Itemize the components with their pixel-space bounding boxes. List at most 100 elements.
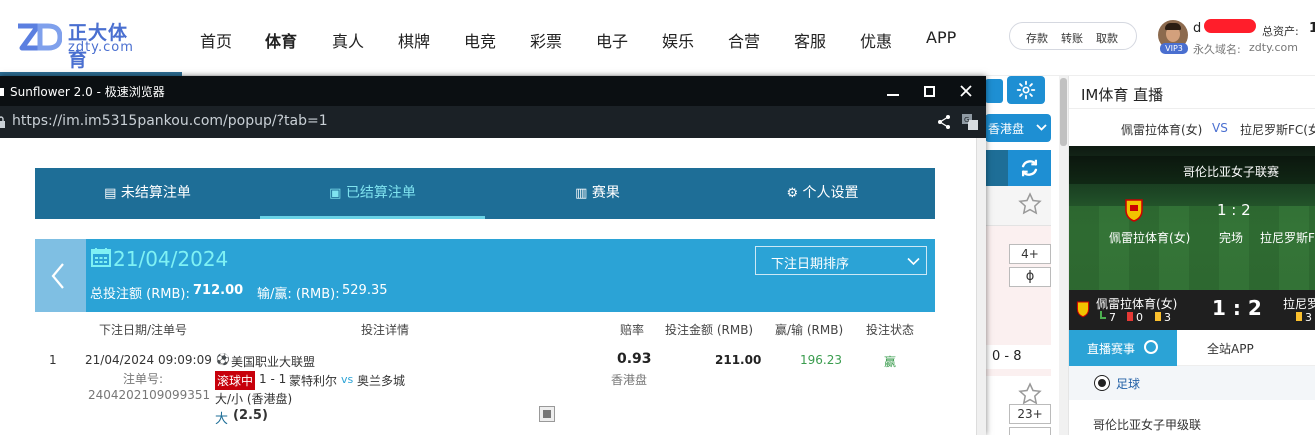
bet-selection: 大 (215, 412, 229, 427)
live-match-status: 完场 (1219, 231, 1244, 245)
minimize-button[interactable] (887, 82, 899, 96)
soccer-ball-icon: ⚽ (216, 353, 230, 366)
wallet-actions: 存款 转账 取款 (1009, 22, 1137, 50)
table-row[interactable]: 1 21/04/2024 09:09:09 注单号: 2404202109099… (35, 344, 935, 435)
total-stake-value: 712.00 (193, 283, 244, 298)
sort-order-select[interactable]: 下注日期排序 (755, 246, 927, 275)
bet-home-team: 蒙特利尔 (289, 374, 338, 388)
more-markets-button-2[interactable]: 23+ (1009, 404, 1051, 424)
more-markets-button[interactable]: 4+ (1009, 244, 1051, 264)
url-text[interactable]: https://im.im5315pankou.com/popup/?tab=1 (12, 113, 328, 129)
nav-chess[interactable]: 棋牌 (398, 28, 430, 52)
svg-text:G: G (964, 116, 969, 124)
transfer-button[interactable]: 转账 (1061, 30, 1083, 46)
league-row[interactable]: 哥伦比亚女子甲级联 (1093, 416, 1201, 433)
bar-score: 1 : 2 (1212, 296, 1262, 320)
date-summary-box: 21/04/2024 总投注额 (RMB): 712.00 输/赢: (RMB)… (35, 239, 935, 312)
stats-icon[interactable]: ϕ (1009, 267, 1051, 287)
bet-league: 美国职业大联盟 (231, 355, 316, 369)
tab-results[interactable]: ▥ 赛果 (485, 168, 710, 219)
bet-odds: 0.93 (617, 351, 652, 367)
corner-flag-icon (1100, 311, 1106, 319)
nav-app[interactable]: APP (926, 28, 956, 47)
favorite-star-icon[interactable] (1018, 192, 1042, 216)
total-stake-label: 总投注额 (RMB): (90, 287, 190, 302)
popup-content: ▤ 未结算注单 ▣ 已结算注单 ▥ 赛果 ⚙ 个人设置 21/04/2024 总… (0, 138, 976, 435)
col-odds: 赔率 (620, 323, 645, 337)
bet-detail-icon[interactable] (539, 406, 555, 422)
background-odds-column: 香港盘 4+ ϕ 0 - 8 23+ (975, 76, 1061, 435)
site-logo[interactable]: 正大体育 zdty.com (16, 18, 146, 71)
redaction-mark (1204, 19, 1256, 33)
settled-bets-icon: ▣ (329, 186, 342, 201)
unsettled-bets-icon: ▤ (104, 186, 117, 201)
zd-logo-mark-icon (18, 23, 62, 51)
live-panel-title: IM体育 直播 (1081, 86, 1164, 104)
close-icon[interactable] (959, 84, 973, 98)
nav-promotions[interactable]: 优惠 (860, 28, 892, 52)
withdraw-button[interactable]: 取款 (1096, 30, 1118, 46)
live-stream-panel: IM体育 直播 佩雷拉体育(女) VS 拉尼罗斯FC(女) 哥伦比亚女子联赛 1… (1068, 76, 1315, 435)
nav-slots[interactable]: 电子 (596, 28, 628, 52)
bet-score: 1 - 1 (259, 372, 287, 386)
bet-winloss: 196.23 (800, 353, 842, 367)
sport-row[interactable]: 足球 (1069, 366, 1315, 400)
username[interactable]: d (1193, 21, 1201, 36)
tab-site-app[interactable]: 全站APP (1177, 330, 1315, 366)
winloss-value: 529.35 (342, 283, 388, 298)
favorite-star-icon-2[interactable] (1018, 382, 1042, 406)
translate-icon[interactable]: G (961, 113, 979, 131)
tab-personal-settings[interactable]: ⚙ 个人设置 (710, 168, 935, 219)
yellow-card-icon-away (1296, 312, 1302, 321)
deposit-button[interactable]: 存款 (1026, 30, 1048, 46)
home-team-crest-icon (1125, 199, 1143, 222)
results-icon: ▥ (575, 186, 588, 201)
match-away-name: 拉尼罗斯FC(女) (1240, 123, 1315, 137)
odds-type-select[interactable]: 香港盘 (985, 114, 1051, 142)
vip-badge: VIP3 (1160, 43, 1188, 54)
home-team-crest-icon-small (1076, 301, 1090, 318)
live-video-area[interactable]: 哥伦比亚女子联赛 1 : 2 佩雷拉体育(女) 完场 拉尼罗斯F (1069, 146, 1315, 290)
window-title: Sunflower 2.0 - 极速浏览器 (10, 85, 165, 99)
maximize-button[interactable] (924, 86, 935, 97)
odds-toggle-button[interactable] (985, 79, 1003, 103)
bar-home-name: 佩雷拉体育(女) (1096, 297, 1178, 311)
bet-status: 赢 (884, 355, 897, 369)
nav-entertainment[interactable]: 娱乐 (662, 28, 694, 52)
refresh-button[interactable] (1008, 150, 1051, 186)
chevron-down-icon (907, 257, 920, 266)
col-date: 下注日期/注单号 (99, 323, 188, 337)
bar-away-name: 拉尼罗 (1283, 297, 1315, 311)
bet-market: 大/小 (香港盘) (215, 392, 293, 406)
live-dot-icon (1144, 340, 1158, 354)
nav-support[interactable]: 客服 (794, 28, 826, 52)
bet-no-label: 注单号: (123, 372, 164, 386)
tab-live-events[interactable]: 直播赛事 (1069, 330, 1177, 366)
nav-affiliate[interactable]: 合营 (728, 28, 760, 52)
bet-line: (2.5) (233, 408, 268, 423)
nav-esports[interactable]: 电竞 (464, 28, 496, 52)
url-bar: https://im.im5315pankou.com/popup/?tab=1… (0, 106, 986, 138)
live-away-name: 拉尼罗斯F (1260, 231, 1315, 245)
previous-date-button[interactable] (35, 239, 86, 312)
popup-scrollbar[interactable] (976, 138, 986, 435)
selected-date[interactable]: 21/04/2024 (113, 247, 228, 271)
chevron-down-icon (1036, 124, 1047, 131)
tab-settled-bets[interactable]: ▣ 已结算注单 (260, 168, 485, 219)
balance-value: 1 (1309, 21, 1315, 36)
settings-button[interactable] (1007, 76, 1045, 104)
yellow-card-icon (1155, 312, 1161, 321)
nav-sports[interactable]: 体育 (265, 28, 297, 52)
nav-live-casino[interactable]: 真人 (332, 28, 364, 52)
page-scrollbar[interactable] (1059, 76, 1068, 435)
red-card-icon (1127, 312, 1133, 321)
share-icon[interactable] (936, 114, 952, 130)
settings-gear-icon: ⚙ (786, 186, 799, 201)
calendar-icon (91, 248, 111, 267)
live-league-name: 哥伦比亚女子联赛 (1183, 165, 1280, 179)
bet-datetime: 21/04/2024 09:09:09 (85, 353, 212, 367)
refresh-icon (1021, 159, 1038, 177)
tab-unsettled-bets[interactable]: ▤ 未结算注单 (35, 168, 260, 219)
nav-home[interactable]: 首页 (200, 28, 232, 52)
nav-lottery[interactable]: 彩票 (530, 28, 562, 52)
